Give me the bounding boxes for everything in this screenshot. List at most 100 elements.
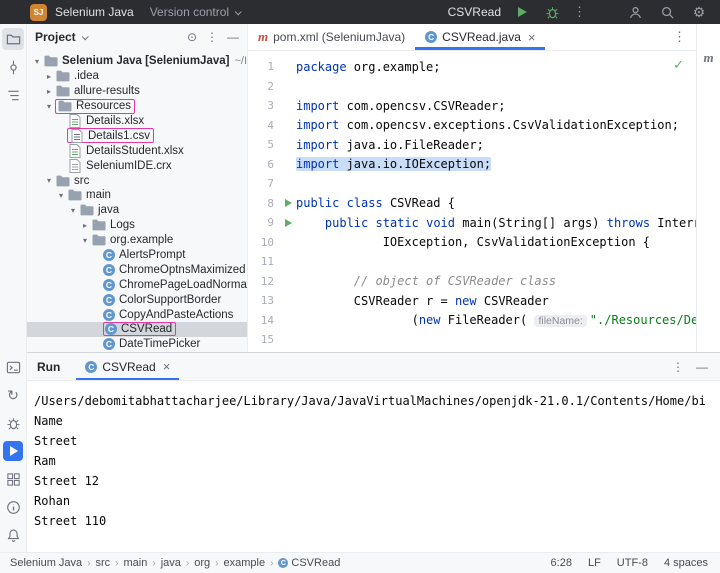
maven-tool-button[interactable]: m bbox=[703, 50, 713, 66]
code-segment: ( bbox=[296, 313, 419, 327]
run-tab-csvread[interactable]: C CSVRead × bbox=[76, 353, 179, 380]
breadcrumb-item-example[interactable]: example bbox=[223, 557, 265, 569]
inspections-ok-icon[interactable]: ✓ bbox=[673, 57, 684, 73]
chevron-right-icon[interactable]: ▸ bbox=[79, 221, 91, 230]
tree-item-colorsupportborder[interactable]: CColorSupportBorder bbox=[27, 292, 247, 307]
code-segment: public bbox=[296, 196, 339, 210]
services-icon[interactable] bbox=[2, 468, 24, 490]
tree-item-alertsprompt[interactable]: CAlertsPrompt bbox=[27, 248, 247, 263]
problems-icon[interactable] bbox=[2, 496, 24, 518]
run-gutter-button[interactable] bbox=[280, 199, 296, 207]
tree-item-org-example[interactable]: ▾org.example bbox=[27, 233, 247, 248]
project-panel-title[interactable]: Project bbox=[35, 30, 76, 44]
tree-item-chromepageloadnormal[interactable]: CChromePageLoadNormal bbox=[27, 277, 247, 292]
chevron-down-icon[interactable]: ▾ bbox=[79, 236, 91, 245]
annotation-box: Details1.csv bbox=[67, 128, 154, 143]
project-logo[interactable]: SJ bbox=[30, 4, 47, 21]
breadcrumb-item-csvread[interactable]: CCSVRead bbox=[278, 557, 340, 569]
more-options-icon[interactable]: ⋮ bbox=[672, 360, 684, 374]
chevron-down-icon[interactable]: ▾ bbox=[67, 206, 79, 215]
search-button[interactable] bbox=[658, 3, 676, 21]
tree-item-details1-csv[interactable]: Details1.csv bbox=[27, 128, 247, 143]
line-number: 7 bbox=[248, 177, 280, 190]
close-icon[interactable]: × bbox=[163, 359, 171, 374]
tree-item-main[interactable]: ▾main bbox=[27, 188, 247, 203]
breadcrumb-item-selenium-java[interactable]: Selenium Java bbox=[10, 557, 82, 569]
chevron-down-icon[interactable]: ▾ bbox=[43, 102, 55, 111]
code-segment: public bbox=[325, 216, 368, 230]
indent-style[interactable]: 4 spaces bbox=[664, 557, 708, 569]
tree-item-label: Details.xlsx bbox=[86, 115, 144, 127]
notifications-icon[interactable] bbox=[2, 524, 24, 546]
tree-item-resources[interactable]: ▾Resources bbox=[27, 99, 247, 114]
tree-item-java[interactable]: ▾java bbox=[27, 203, 247, 218]
run-gutter-button[interactable] bbox=[280, 219, 296, 227]
tree-item-details-xlsx[interactable]: Details.xlsx bbox=[27, 114, 247, 129]
tree-item-src[interactable]: ▾src bbox=[27, 173, 247, 188]
breadcrumb-item-src[interactable]: src bbox=[96, 557, 111, 569]
tab-label: CSVRead.java bbox=[442, 30, 521, 44]
chevron-down-icon[interactable]: ▾ bbox=[55, 191, 67, 200]
tree-item-label: Details1.csv bbox=[88, 130, 150, 142]
tree-item-chromeoptnsmaximized[interactable]: CChromeOptnsMaximized bbox=[27, 262, 247, 277]
rerun-icon[interactable]: ↻ bbox=[2, 384, 24, 406]
chevron-right-icon[interactable]: ▸ bbox=[43, 72, 55, 81]
settings-button[interactable]: ⚙ bbox=[690, 3, 708, 21]
tab-options-icon[interactable]: ⋮ bbox=[673, 29, 686, 45]
run-button[interactable] bbox=[513, 3, 531, 21]
close-icon[interactable]: × bbox=[528, 30, 536, 45]
project-folder-icon[interactable] bbox=[2, 28, 24, 50]
class-icon: C bbox=[103, 249, 115, 261]
hide-panel-icon[interactable]: — bbox=[696, 360, 708, 374]
code-editor[interactable]: 1package org.example;23import com.opencs… bbox=[248, 52, 696, 352]
line-separator[interactable]: LF bbox=[588, 557, 601, 569]
folder-icon bbox=[55, 70, 70, 83]
tree-item-label: ChromePageLoadNormal bbox=[119, 279, 247, 291]
tree-item-copyandpasteactions[interactable]: CCopyAndPasteActions bbox=[27, 307, 247, 322]
tree-item-content: CCopyAndPasteActions bbox=[103, 309, 233, 321]
file-encoding[interactable]: UTF-8 bbox=[617, 557, 648, 569]
chevron-down-icon[interactable]: ▾ bbox=[31, 57, 43, 66]
run-panel-title[interactable]: Run bbox=[37, 360, 60, 374]
tree-item-detailsstudent-xlsx[interactable]: DetailsStudent.xlsx bbox=[27, 143, 247, 158]
breadcrumb-item-java[interactable]: java bbox=[161, 557, 181, 569]
tree-item-datetimepicker[interactable]: CDateTimePicker bbox=[27, 337, 247, 352]
vcs-menu[interactable]: Version control bbox=[150, 5, 240, 19]
run-console[interactable]: /Users/debomitabhattacharjee/Library/Jav… bbox=[27, 382, 720, 552]
tree-item-seleniumide-crx[interactable]: SeleniumIDE.crx bbox=[27, 158, 247, 173]
commit-icon[interactable] bbox=[2, 56, 24, 78]
tab-pom-xml[interactable]: m pom.xml (SeleniumJava) bbox=[248, 24, 415, 50]
run-config-name[interactable]: CSVRead bbox=[448, 5, 501, 19]
more-run-actions-icon[interactable]: ⋮ bbox=[573, 4, 586, 20]
code-line: 7 bbox=[248, 174, 696, 194]
class-icon: C bbox=[85, 361, 97, 373]
chevron-right-icon[interactable]: ▸ bbox=[43, 87, 55, 96]
breadcrumb-item-main[interactable]: main bbox=[124, 557, 148, 569]
tree-item-csvread[interactable]: CCSVRead bbox=[27, 322, 247, 337]
folder-icon bbox=[79, 204, 94, 217]
debug-button[interactable] bbox=[543, 3, 561, 21]
select-opened-file-icon[interactable]: ⊙ bbox=[187, 30, 197, 44]
structure-icon[interactable] bbox=[2, 84, 24, 106]
caret-position[interactable]: 6:28 bbox=[551, 557, 572, 569]
chevron-down-icon[interactable] bbox=[81, 33, 88, 40]
project-name-menu[interactable]: Selenium Java bbox=[55, 5, 134, 19]
tree-item-allure-results[interactable]: ▸allure-results bbox=[27, 84, 247, 99]
folder-icon bbox=[57, 100, 72, 113]
project-tree: ▾Selenium Java [SeleniumJava] ~/IdeaProj… bbox=[27, 50, 247, 352]
hide-panel-icon[interactable]: — bbox=[227, 30, 239, 44]
tree-item-content: org.example bbox=[91, 234, 173, 247]
breadcrumb-separator: › bbox=[87, 558, 90, 569]
more-options-icon[interactable]: ⋮ bbox=[206, 30, 218, 44]
tab-csvread-java[interactable]: C CSVRead.java × bbox=[415, 24, 545, 50]
tree-item-label: CopyAndPasteActions bbox=[119, 309, 233, 321]
run-icon[interactable] bbox=[2, 440, 24, 462]
debug-icon[interactable] bbox=[2, 412, 24, 434]
tree-item-selenium-java-seleniumjava[interactable]: ▾Selenium Java [SeleniumJava] ~/IdeaProj… bbox=[27, 54, 247, 69]
terminal-icon[interactable] bbox=[2, 356, 24, 378]
breadcrumb-item-org[interactable]: org bbox=[194, 557, 210, 569]
tree-item-logs[interactable]: ▸Logs bbox=[27, 218, 247, 233]
profile-button[interactable] bbox=[626, 3, 644, 21]
chevron-down-icon[interactable]: ▾ bbox=[43, 176, 55, 185]
tree-item-idea[interactable]: ▸.idea bbox=[27, 69, 247, 84]
